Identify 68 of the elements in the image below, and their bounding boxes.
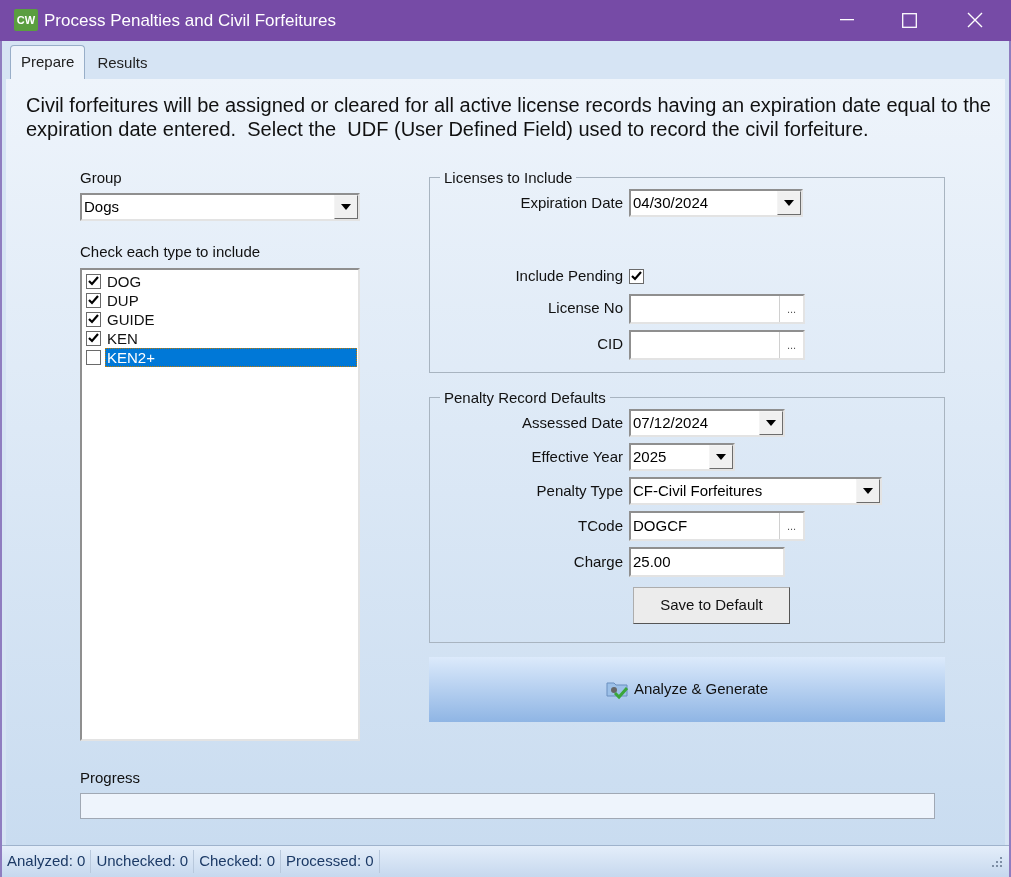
browse-button[interactable]: ... (779, 295, 803, 322)
checklist-item[interactable]: KEN2+ (105, 347, 357, 367)
field-label: Progress (80, 767, 142, 788)
analyze-generate-button[interactable]: Analyze & Generate (429, 656, 945, 722)
close-icon[interactable] (967, 12, 983, 29)
checkmark-icon (88, 314, 99, 324)
dropdown-field[interactable]: 07/12/2024 (629, 409, 785, 437)
minimize-icon[interactable] (840, 19, 854, 22)
group-dropdown[interactable]: Dogs (80, 193, 360, 221)
description-text: Civil forfeitures will be assigned or cleared for all active license records having an expiration date equal to the expiration date entered. Select the UDF (User Defined Field) used to record the civil forfeiture. (26, 92, 992, 141)
text-field[interactable]: 25.00 (629, 547, 785, 577)
caret-icon (716, 454, 726, 460)
status-text: Processed: 0 (281, 850, 380, 873)
save-default-button[interactable]: Save to Default (633, 587, 790, 624)
dropdown-field[interactable]: CF-Civil Forfeitures (629, 477, 882, 505)
lookup-field[interactable]: DOGCF ... (629, 511, 805, 541)
caret-icon (863, 488, 873, 494)
checkmark-icon (631, 271, 642, 282)
group-box-title: Penalty Record Defaults (443, 387, 607, 408)
dropdown-field[interactable]: 2025 (629, 443, 735, 471)
lookup-field[interactable]: ... (629, 329, 805, 360)
group-box-title: Licenses to Include (443, 167, 574, 188)
checklist-item[interactable]: GUIDE (105, 310, 157, 328)
field-label: TCode (576, 515, 623, 536)
dropdown-value: Dogs (83, 197, 121, 217)
caret-icon (784, 200, 794, 206)
maximize-icon[interactable] (902, 12, 917, 28)
status-text: Analyzed: 0 (2, 850, 92, 873)
field-label: Penalty Type (535, 480, 623, 501)
field-label: Group (80, 167, 123, 188)
checkbox[interactable] (86, 273, 101, 289)
field-label: Assessed Date (521, 412, 623, 433)
checkmark-icon (88, 276, 99, 286)
status-text: Checked: 0 (194, 850, 281, 873)
field-label: Charge (572, 551, 623, 572)
browse-button[interactable]: ... (779, 513, 803, 539)
caret-icon (341, 204, 351, 210)
app-logo-icon: CW (14, 9, 38, 32)
tab[interactable]: Results (87, 48, 158, 79)
checkbox[interactable] (629, 268, 644, 284)
checkbox[interactable] (86, 330, 101, 346)
checkbox[interactable] (86, 311, 101, 327)
dropdown-value: 04/30/2024 (632, 193, 710, 213)
field-value: DOGCF (632, 516, 689, 536)
lookup-field[interactable]: ... (629, 293, 805, 324)
checkbox[interactable] (86, 292, 101, 308)
resize-grip-icon (991, 855, 1003, 868)
checkmark-icon (88, 333, 99, 343)
field-label: Include Pending (514, 266, 623, 286)
dropdown-value: CF-Civil Forfeitures (632, 481, 764, 501)
checklist-item[interactable]: KEN (105, 329, 140, 347)
field-label: License No (546, 298, 623, 319)
tab[interactable]: Prepare (10, 44, 86, 79)
dropdown-field[interactable]: 04/30/2024 (629, 189, 803, 217)
field-label: Check each type to include (80, 242, 262, 262)
field-label: Expiration Date (519, 192, 623, 213)
checkbox[interactable] (86, 349, 101, 365)
field-label: Effective Year (530, 446, 623, 467)
dropdown-value: 07/12/2024 (632, 413, 710, 433)
window-title: Process Penalties and Civil Forfeitures (44, 9, 337, 32)
dropdown-value: 2025 (632, 447, 668, 467)
checkmark-icon (88, 295, 99, 305)
caret-icon (766, 420, 776, 426)
browse-button[interactable]: ... (779, 331, 803, 358)
checklist-item[interactable]: DUP (105, 291, 141, 309)
field-label: CID (596, 334, 623, 355)
status-text: Unchecked: 0 (91, 850, 195, 873)
checklist-item[interactable]: DOG (105, 272, 144, 290)
